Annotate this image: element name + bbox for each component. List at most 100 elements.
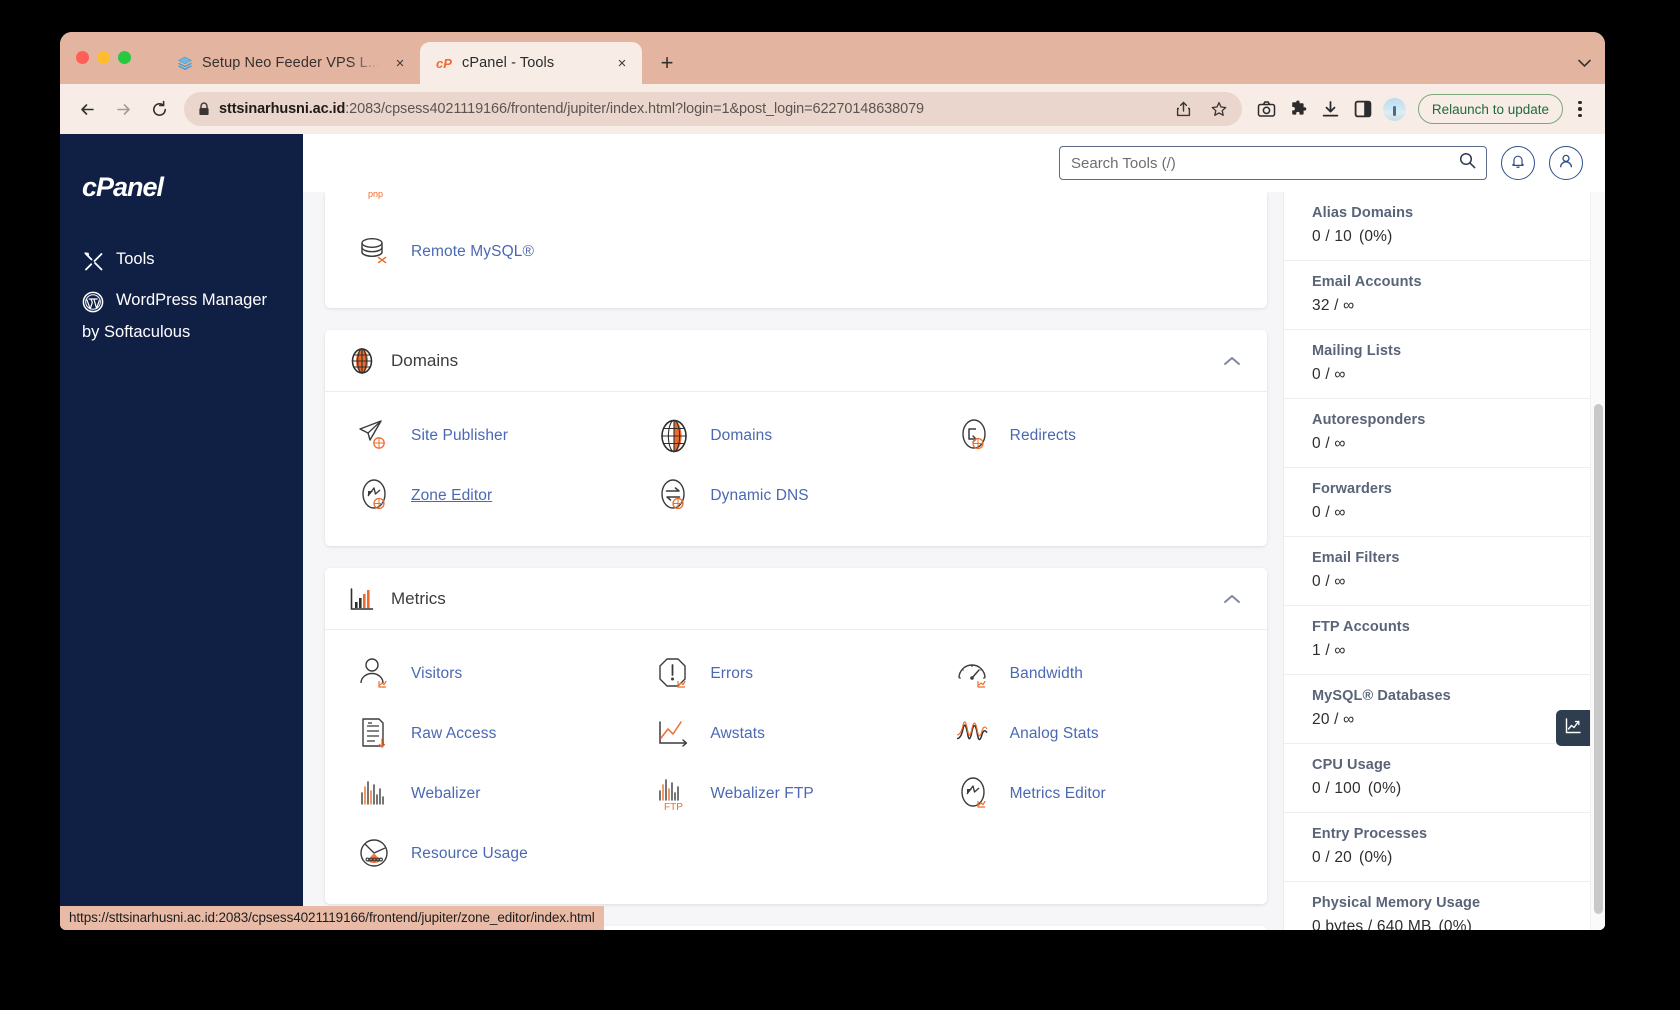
stat-amount: 1 / ∞	[1312, 642, 1346, 659]
search-input[interactable]	[1071, 154, 1459, 172]
tool-zone-editor[interactable]: Zone Editor	[347, 466, 646, 526]
zone-editor-icon	[355, 476, 395, 516]
tab-title: cPanel - Tools	[462, 55, 555, 71]
back-button[interactable]	[70, 92, 104, 126]
stat-value: 1 / ∞	[1312, 642, 1585, 660]
tool-label: Errors	[710, 665, 754, 682]
tool-label: Zone Editor	[411, 487, 493, 504]
puzzle-icon[interactable]	[1284, 94, 1314, 124]
partial-circle-icon	[862, 192, 902, 206]
tool-analog-stats[interactable]: Analog Stats	[946, 704, 1245, 764]
relaunch-to-update-button[interactable]: Relaunch to update	[1417, 94, 1563, 124]
chevron-up-icon[interactable]	[1219, 348, 1245, 374]
section-title: Domains	[391, 350, 459, 370]
close-tab-button[interactable]: ×	[612, 53, 632, 73]
tool-raw-access[interactable]: Raw Access	[347, 704, 646, 764]
stat-item[interactable]: Entry Processes 0 / 20 (0%)	[1284, 813, 1605, 882]
tool-label: Dynamic DNS	[710, 487, 809, 504]
browser-tab-2[interactable]: cP cPanel - Tools ×	[420, 42, 642, 84]
stat-amount: 0 / 20	[1312, 849, 1352, 866]
stat-item[interactable]: CPU Usage 0 / 100 (0%)	[1284, 744, 1605, 813]
stat-item[interactable]: Email Filters 0 / ∞	[1284, 537, 1605, 606]
chevron-down-icon[interactable]	[1567, 42, 1601, 84]
sidebar-item-label: Tools	[116, 250, 155, 268]
section-header-metrics[interactable]: Metrics	[325, 568, 1267, 630]
minimize-window-button[interactable]	[97, 51, 110, 64]
svg-text:php: php	[368, 192, 383, 199]
stat-item[interactable]: Mailing Lists 0 / ∞	[1284, 330, 1605, 399]
visitors-icon	[355, 654, 395, 694]
new-tab-button[interactable]: +	[651, 47, 683, 79]
stat-label: Alias Domains	[1312, 205, 1414, 221]
tool-redirects[interactable]: Redirects	[946, 406, 1245, 466]
tool-dynamic-dns[interactable]: Dynamic DNS	[646, 466, 945, 526]
stat-item[interactable]: Autoresponders 0 / ∞	[1284, 399, 1605, 468]
analog-stats-icon	[954, 714, 994, 754]
section-card-metrics: Metrics Visitors Errors Bandwidth Raw Ac…	[325, 568, 1267, 904]
tool-site-publisher[interactable]: Site Publisher	[347, 406, 646, 466]
stat-label: Autoresponders	[1312, 412, 1426, 428]
search-icon[interactable]	[1459, 152, 1476, 174]
close-window-button[interactable]	[76, 51, 89, 64]
camera-icon[interactable]	[1252, 94, 1282, 124]
window-controls[interactable]	[76, 51, 131, 64]
statistics-toggle-button[interactable]	[1556, 710, 1590, 746]
tab-strip: Setup Neo Feeder VPS L... | M × cP cPane…	[60, 32, 1605, 84]
section-title: Metrics	[391, 588, 446, 608]
account-button[interactable]	[1549, 146, 1583, 180]
stat-item[interactable]: FTP Accounts 1 / ∞	[1284, 606, 1605, 675]
tool-awstats[interactable]: Awstats	[646, 704, 945, 764]
scrollbar-thumb[interactable]	[1594, 404, 1603, 914]
address-bar[interactable]: sttsinarhusni.ac.id:2083/cpsess402111916…	[184, 92, 1242, 126]
remote-mysql-icon	[355, 232, 395, 272]
stat-item[interactable]: Forwarders 0 / ∞	[1284, 468, 1605, 537]
cpanel-logo[interactable]: cPanel cPanel	[82, 170, 303, 204]
stat-item[interactable]: Email Accounts 32 / ∞	[1284, 261, 1605, 330]
maximize-window-button[interactable]	[118, 51, 131, 64]
avatar-icon[interactable]	[1380, 94, 1410, 124]
stat-item[interactable]: Alias Domains 0 / 10 (0%)	[1284, 192, 1605, 261]
side-panel-icon[interactable]	[1348, 94, 1378, 124]
share-icon[interactable]	[1171, 96, 1197, 122]
stat-amount: 0 / ∞	[1312, 366, 1346, 383]
stat-amount: 0 bytes / 640 MB	[1312, 918, 1432, 930]
search-tools-box[interactable]	[1059, 146, 1487, 180]
tool-domains[interactable]: Domains	[646, 406, 945, 466]
browser-toolbar: sttsinarhusni.ac.id:2083/cpsess402111916…	[60, 84, 1605, 134]
tool-remote-mysql[interactable]: Remote MySQL®	[347, 222, 646, 282]
url-text: sttsinarhusni.ac.id:2083/cpsess402111916…	[219, 101, 1162, 117]
page-scrollbar[interactable]	[1590, 192, 1605, 930]
sidebar-item-wordpress-manager[interactable]: WordPress Manager	[60, 281, 303, 322]
stat-item[interactable]: Physical Memory Usage 0 bytes / 640 MB (0…	[1284, 882, 1605, 930]
chevron-up-icon[interactable]	[1219, 586, 1245, 612]
tab-title: Setup Neo Feeder VPS L... | M	[202, 55, 381, 71]
browser-tab-1[interactable]: Setup Neo Feeder VPS L... | M ×	[160, 42, 420, 84]
sidebar-item-tools[interactable]: Tools	[60, 240, 303, 281]
tool-metrics-editor[interactable]: Metrics Editor	[946, 764, 1245, 824]
tool-webalizer-ftp[interactable]: FTP Webalizer FTP	[646, 764, 945, 824]
notifications-button[interactable]	[1501, 146, 1535, 180]
section-header-domains[interactable]: Domains	[325, 330, 1267, 392]
reload-button[interactable]	[142, 92, 176, 126]
tool-errors[interactable]: Errors	[646, 644, 945, 704]
statistics-sidebar: Alias Domains 0 / 10 (0%) Email Accounts …	[1283, 192, 1605, 930]
close-tab-button[interactable]: ×	[390, 53, 410, 73]
dynamic-dns-icon	[654, 476, 694, 516]
tool-visitors[interactable]: Visitors	[347, 644, 646, 704]
globe-icon	[654, 416, 694, 456]
status-bar-link: https://sttsinarhusni.ac.id:2083/cpsess4…	[60, 906, 604, 930]
php-icon: php	[355, 192, 395, 206]
download-icon[interactable]	[1316, 94, 1346, 124]
forward-button[interactable]	[106, 92, 140, 126]
stat-amount: 0 / ∞	[1312, 435, 1346, 452]
stat-value: 0 / ∞	[1312, 435, 1585, 453]
tool-bandwidth[interactable]: Bandwidth	[946, 644, 1245, 704]
star-icon[interactable]	[1206, 96, 1232, 122]
stat-label: FTP Accounts	[1312, 619, 1410, 635]
kebab-menu-icon[interactable]	[1567, 100, 1593, 118]
tool-label: Resource Usage	[411, 845, 528, 862]
tool-webalizer[interactable]: Webalizer	[347, 764, 646, 824]
tool-resource-usage[interactable]: Resource Usage	[347, 824, 646, 884]
stat-label: Email Filters	[1312, 550, 1400, 566]
sidebar-item-label: WordPress Manager	[116, 291, 268, 309]
